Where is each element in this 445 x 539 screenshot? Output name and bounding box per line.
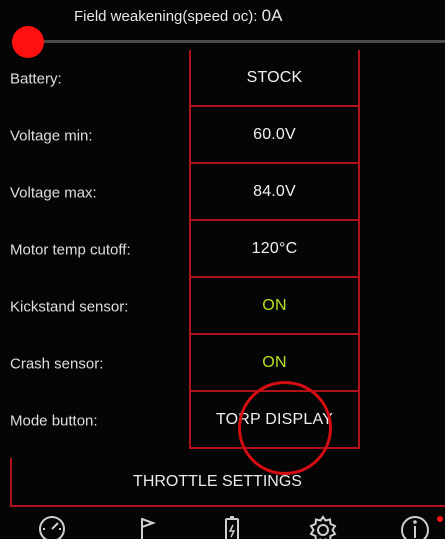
motor-temp-cutoff-label: Motor temp cutoff:: [10, 241, 131, 258]
tab-battery[interactable]: [212, 512, 252, 539]
kickstand-sensor-label: Kickstand sensor:: [10, 298, 129, 315]
settings-row-voltage-max: Voltage max: 84.0V: [0, 164, 445, 221]
tab-info[interactable]: [395, 512, 435, 539]
battery-icon: [225, 516, 239, 539]
tab-settings[interactable]: [303, 512, 343, 539]
field-weakening-value: 0A: [261, 6, 283, 25]
voltage-min-label: Voltage min:: [10, 127, 93, 144]
settings-screen: Field weakening(speed oc): 0A Battery: S…: [0, 0, 445, 539]
speedometer-icon: [39, 516, 65, 539]
settings-row-voltage-min: Voltage min: 60.0V: [0, 107, 445, 164]
crash-sensor-toggle[interactable]: ON: [189, 335, 360, 392]
settings-row-kickstand-sensor: Kickstand sensor: ON: [0, 278, 445, 335]
throttle-settings-button[interactable]: THROTTLE SETTINGS: [10, 458, 445, 507]
info-icon: [401, 516, 429, 539]
tab-trips[interactable]: [127, 512, 167, 539]
settings-row-battery: Battery: STOCK: [0, 50, 445, 107]
mode-button-label: Mode button:: [10, 412, 98, 429]
settings-row-crash-sensor: Crash sensor: ON: [0, 335, 445, 392]
voltage-max-value-button[interactable]: 84.0V: [189, 164, 360, 221]
voltage-min-value-button[interactable]: 60.0V: [189, 107, 360, 164]
settings-row-motor-temp-cutoff: Motor temp cutoff: 120°C: [0, 221, 445, 278]
settings-row-mode-button: Mode button: TORP DISPLAY: [0, 392, 445, 449]
kickstand-sensor-toggle[interactable]: ON: [189, 278, 360, 335]
battery-value-button[interactable]: STOCK: [189, 50, 360, 107]
flag-icon: [141, 518, 156, 539]
field-weakening-slider-track[interactable]: [28, 40, 445, 43]
mode-button-value-button[interactable]: TORP DISPLAY: [189, 392, 360, 449]
motor-temp-cutoff-value-button[interactable]: 120°C: [189, 221, 360, 278]
notification-dot: [437, 516, 443, 522]
field-weakening-label: Field weakening(speed oc): 0A: [74, 6, 282, 26]
gear-icon: [309, 515, 337, 539]
crash-sensor-label: Crash sensor:: [10, 355, 104, 372]
tab-dashboard[interactable]: [32, 512, 72, 539]
battery-label: Battery:: [10, 70, 62, 87]
voltage-max-label: Voltage max:: [10, 184, 97, 201]
field-weakening-label-text: Field weakening(speed oc):: [74, 8, 258, 25]
bottom-tab-bar: [0, 508, 445, 539]
